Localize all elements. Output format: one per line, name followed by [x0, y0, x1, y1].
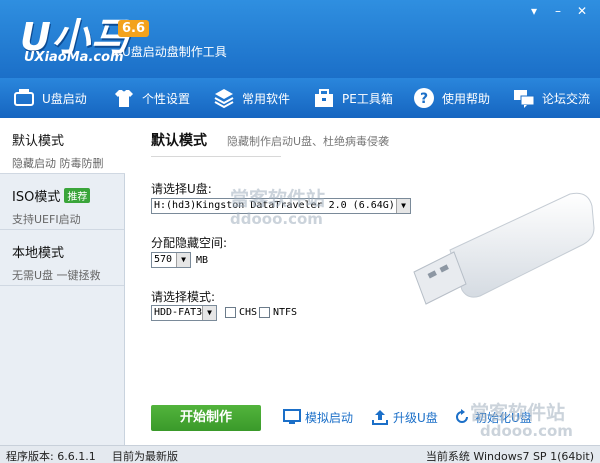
monitor-icon — [283, 408, 301, 426]
toolbar-label: U盘启动 — [42, 91, 87, 106]
sidebar-item-iso-mode[interactable]: ISO模式 推荐 支持UEFI启动 — [0, 174, 124, 230]
close-icon[interactable]: ✕ — [574, 4, 590, 18]
app-header: U小马 6.6 UXiaoMa.com U盘启动盘制作工具 ▾ – ✕ — [0, 0, 600, 78]
usb-drive-illustration — [410, 188, 595, 311]
toolbox-icon — [312, 86, 336, 110]
action-label: 初始化U盘 — [475, 410, 532, 425]
toolbar-label: 个性设置 — [142, 91, 191, 106]
sidebar-item-title-row: ISO模式 推荐 — [12, 186, 124, 205]
version-badge: 6.6 — [118, 20, 150, 37]
simulate-boot-link[interactable]: 模拟启动 — [283, 408, 353, 426]
sidebar-item-desc: 支持UEFI启动 — [12, 213, 81, 226]
minimize-icon[interactable]: – — [550, 4, 566, 18]
window-controls: ▾ – ✕ — [526, 4, 590, 18]
disk-select-value: H:(hd3)Kingston DataTraveler 2.0 (6.64G) — [154, 200, 395, 211]
title-divider — [151, 156, 281, 157]
tshirt-icon — [112, 86, 136, 110]
sidebar-item-title: 默认模式 — [12, 134, 65, 149]
hidden-space-select[interactable]: 570 ▼ — [151, 252, 191, 268]
page-subtitle: 隐藏制作启动U盘、杜绝病毒侵袭 — [227, 135, 390, 148]
help-icon: ? — [412, 86, 436, 110]
update-status: 目前为最新版 — [112, 450, 178, 463]
ntfs-label: NTFS — [273, 307, 298, 318]
restore-icon — [453, 408, 471, 426]
mode-select[interactable]: HDD-FAT32 ▼ — [151, 305, 217, 321]
upload-icon — [371, 408, 389, 426]
sidebar-item-desc: 隐藏启动 防毒防删 — [12, 157, 104, 170]
toolbar-pe-tools[interactable]: PE工具箱 — [300, 78, 400, 118]
toolbar-help[interactable]: ? 使用帮助 — [400, 78, 500, 118]
toolbar-personalize[interactable]: 个性设置 — [100, 78, 200, 118]
usb-boot-icon — [12, 86, 36, 110]
ntfs-checkbox[interactable]: NTFS — [259, 307, 297, 318]
checkbox-box — [259, 307, 270, 318]
main-panel: 默认模式 隐藏制作启动U盘、杜绝病毒侵袭 请选择U盘: H:(hd3)Kings… — [125, 118, 600, 445]
layers-icon — [212, 86, 236, 110]
chs-label: CHS — [239, 307, 258, 318]
start-button[interactable]: 开始制作 — [151, 405, 261, 431]
hidden-space-unit: MB — [196, 255, 209, 266]
disk-select[interactable]: H:(hd3)Kingston DataTraveler 2.0 (6.64G)… — [151, 198, 411, 214]
app-subtitle: U盘启动盘制作工具 — [122, 45, 227, 59]
toolbar-software[interactable]: 常用软件 — [200, 78, 300, 118]
page-title: 默认模式 — [151, 133, 207, 149]
sidebar-item-desc: 无需U盘 一键拯救 — [12, 269, 101, 282]
site-name: UXiaoMa.com — [24, 50, 124, 65]
program-version: 程序版本: 6.6.1.1 — [6, 450, 96, 463]
svg-text:?: ? — [420, 91, 428, 107]
toolbar-label: 常用软件 — [242, 91, 291, 106]
mode-sidebar: 默认模式 隐藏启动 防毒防删 ISO模式 推荐 支持UEFI启动 本地模式 无需… — [0, 118, 126, 445]
mode-select-label: 请选择模式: — [151, 290, 216, 304]
status-bar: 程序版本: 6.6.1.1 目前为最新版 当前系统 Windows7 SP 1(… — [0, 445, 600, 463]
action-label: 模拟启动 — [305, 410, 354, 425]
upgrade-usb-link[interactable]: 升级U盘 — [371, 408, 438, 426]
chs-checkbox[interactable]: CHS — [225, 307, 257, 318]
toolbar-usb-boot[interactable]: U盘启动 — [0, 78, 100, 118]
chevron-down-icon: ▼ — [202, 306, 216, 320]
chat-icon — [512, 86, 536, 110]
main-toolbar: U盘启动 个性设置 常用软件 PE工具箱 ? 使用帮助 论坛交流 — [0, 78, 600, 118]
sidebar-item-default-mode[interactable]: 默认模式 隐藏启动 防毒防删 — [0, 118, 126, 174]
hidden-space-value: 570 — [154, 254, 173, 265]
sidebar-item-title: ISO模式 — [12, 190, 61, 205]
init-usb-link[interactable]: 初始化U盘 — [453, 408, 532, 426]
sidebar-item-title: 本地模式 — [12, 246, 65, 261]
current-system: 当前系统 Windows7 SP 1(64bit) — [425, 450, 594, 463]
sidebar-item-local-mode[interactable]: 本地模式 无需U盘 一键拯救 — [0, 230, 124, 286]
mode-select-value: HDD-FAT32 — [154, 307, 209, 318]
checkbox-box — [225, 307, 236, 318]
toolbar-label: PE工具箱 — [342, 91, 393, 106]
disk-select-label: 请选择U盘: — [151, 182, 212, 196]
menu-icon[interactable]: ▾ — [526, 4, 542, 18]
toolbar-label: 论坛交流 — [542, 91, 591, 106]
hidden-space-label: 分配隐藏空间: — [151, 236, 228, 250]
chevron-down-icon: ▼ — [396, 199, 410, 213]
chevron-down-icon: ▼ — [176, 253, 190, 267]
recommend-badge: 推荐 — [64, 188, 91, 203]
action-label: 升级U盘 — [393, 410, 438, 425]
toolbar-forum[interactable]: 论坛交流 — [500, 78, 600, 118]
toolbar-label: 使用帮助 — [442, 91, 491, 106]
